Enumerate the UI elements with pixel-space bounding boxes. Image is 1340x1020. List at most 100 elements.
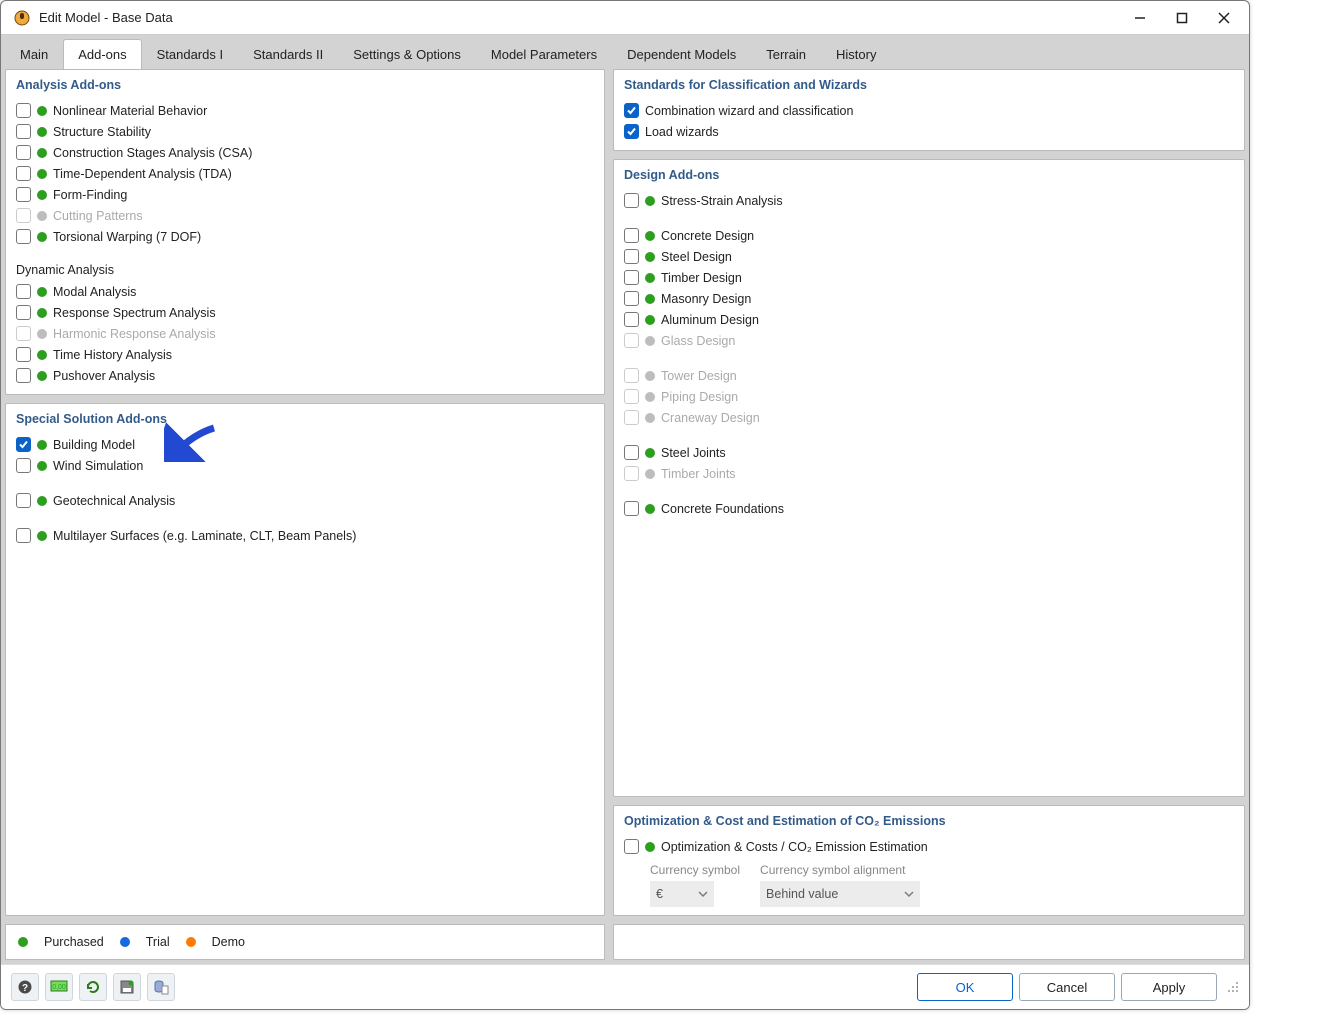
option-row: Glass Design [624, 330, 1234, 351]
tab-add-ons[interactable]: Add-ons [63, 39, 141, 69]
checkbox[interactable] [624, 501, 639, 516]
checkbox[interactable] [624, 103, 639, 118]
option-row: Masonry Design [624, 288, 1234, 309]
status-dot [37, 329, 47, 339]
currency-select[interactable]: € [650, 881, 714, 907]
maximize-button[interactable] [1161, 4, 1203, 32]
checkbox[interactable] [624, 312, 639, 327]
units-button[interactable]: 0,00 [45, 973, 73, 1001]
option-label: Time-Dependent Analysis (TDA) [53, 167, 232, 181]
checkbox[interactable] [16, 437, 31, 452]
checkbox[interactable] [16, 305, 31, 320]
close-button[interactable] [1203, 4, 1245, 32]
option-row: Form-Finding [16, 184, 594, 205]
checkbox[interactable] [624, 124, 639, 139]
option-label: Combination wizard and classification [645, 104, 853, 118]
checkbox[interactable] [16, 284, 31, 299]
tab-standards-ii[interactable]: Standards II [238, 39, 338, 69]
option-row: Combination wizard and classification [624, 100, 1234, 121]
tab-terrain[interactable]: Terrain [751, 39, 821, 69]
option-label: Steel Joints [661, 446, 726, 460]
save-button[interactable] [113, 973, 141, 1001]
tab-standards-i[interactable]: Standards I [142, 39, 239, 69]
legend-bar: Purchased Trial Demo [5, 924, 605, 960]
checkbox[interactable] [16, 166, 31, 181]
checkbox[interactable] [16, 103, 31, 118]
option-row: Geotechnical Analysis [16, 490, 594, 511]
checkbox[interactable] [624, 193, 639, 208]
checkbox[interactable] [16, 145, 31, 160]
status-dot [645, 392, 655, 402]
checkbox[interactable] [16, 187, 31, 202]
select-value: € [656, 887, 663, 901]
option-row: Load wizards [624, 121, 1234, 142]
dialog-footer: ? 0,00 OK Cancel Apply [1, 964, 1249, 1009]
panel-analysis-addons: Analysis Add-ons Nonlinear Material Beha… [5, 69, 605, 395]
cancel-button[interactable]: Cancel [1019, 973, 1115, 1001]
option-row: Nonlinear Material Behavior [16, 100, 594, 121]
option-row: Structure Stability [16, 121, 594, 142]
tab-dependent-models[interactable]: Dependent Models [612, 39, 751, 69]
status-dot [645, 842, 655, 852]
help-button[interactable]: ? [11, 973, 39, 1001]
database-button[interactable] [147, 973, 175, 1001]
currency-align-select[interactable]: Behind value [760, 881, 920, 907]
option-label: Optimization & Costs / CO₂ Emission Esti… [661, 840, 928, 854]
checkbox[interactable] [16, 493, 31, 508]
content-area: Analysis Add-ons Nonlinear Material Beha… [1, 69, 1249, 964]
section-title: Special Solution Add-ons [16, 412, 594, 426]
ok-button[interactable]: OK [917, 973, 1013, 1001]
option-label: Response Spectrum Analysis [53, 306, 216, 320]
status-dot [645, 448, 655, 458]
tab-model-parameters[interactable]: Model Parameters [476, 39, 612, 69]
checkbox[interactable] [624, 445, 639, 460]
apply-button[interactable]: Apply [1121, 973, 1217, 1001]
checkbox[interactable] [624, 291, 639, 306]
checkbox[interactable] [624, 839, 639, 854]
option-label: Wind Simulation [53, 459, 143, 473]
status-dot [645, 315, 655, 325]
checkbox[interactable] [624, 249, 639, 264]
option-row: Tower Design [624, 365, 1234, 386]
dialog-window: Edit Model - Base Data MainAdd-onsStanda… [0, 0, 1250, 1010]
resize-grip-icon[interactable] [1227, 981, 1239, 993]
refresh-button[interactable] [79, 973, 107, 1001]
option-label: Piping Design [661, 390, 738, 404]
checkbox[interactable] [624, 270, 639, 285]
checkbox[interactable] [16, 528, 31, 543]
select-value: Behind value [766, 887, 838, 901]
option-label: Modal Analysis [53, 285, 136, 299]
option-label: Nonlinear Material Behavior [53, 104, 207, 118]
status-dot [645, 469, 655, 479]
checkbox[interactable] [16, 124, 31, 139]
option-row: Building Model [16, 434, 594, 455]
checkbox[interactable] [16, 229, 31, 244]
checkbox[interactable] [16, 347, 31, 362]
window-title: Edit Model - Base Data [39, 10, 173, 25]
option-label: Timber Joints [661, 467, 736, 481]
tab-history[interactable]: History [821, 39, 891, 69]
option-label: Pushover Analysis [53, 369, 155, 383]
legend-label: Trial [146, 935, 170, 949]
checkbox[interactable] [624, 228, 639, 243]
option-row: Wind Simulation [16, 455, 594, 476]
panel-optimization: Optimization & Cost and Estimation of CO… [613, 805, 1245, 916]
checkbox[interactable] [16, 368, 31, 383]
option-row: Torsional Warping (7 DOF) [16, 226, 594, 247]
tab-main[interactable]: Main [5, 39, 63, 69]
section-title: Design Add-ons [624, 168, 1234, 182]
option-row: Stress-Strain Analysis [624, 190, 1234, 211]
checkbox[interactable] [16, 458, 31, 473]
status-dot [37, 232, 47, 242]
status-dot [645, 196, 655, 206]
field-label: Currency symbol alignment [760, 863, 920, 877]
option-label: Steel Design [661, 250, 732, 264]
option-row: Pushover Analysis [16, 365, 594, 386]
minimize-button[interactable] [1119, 4, 1161, 32]
svg-text:0,00: 0,00 [52, 984, 66, 991]
option-label: Structure Stability [53, 125, 151, 139]
option-label: Craneway Design [661, 411, 760, 425]
status-dot [645, 252, 655, 262]
option-row: Cutting Patterns [16, 205, 594, 226]
tab-settings-options[interactable]: Settings & Options [338, 39, 476, 69]
